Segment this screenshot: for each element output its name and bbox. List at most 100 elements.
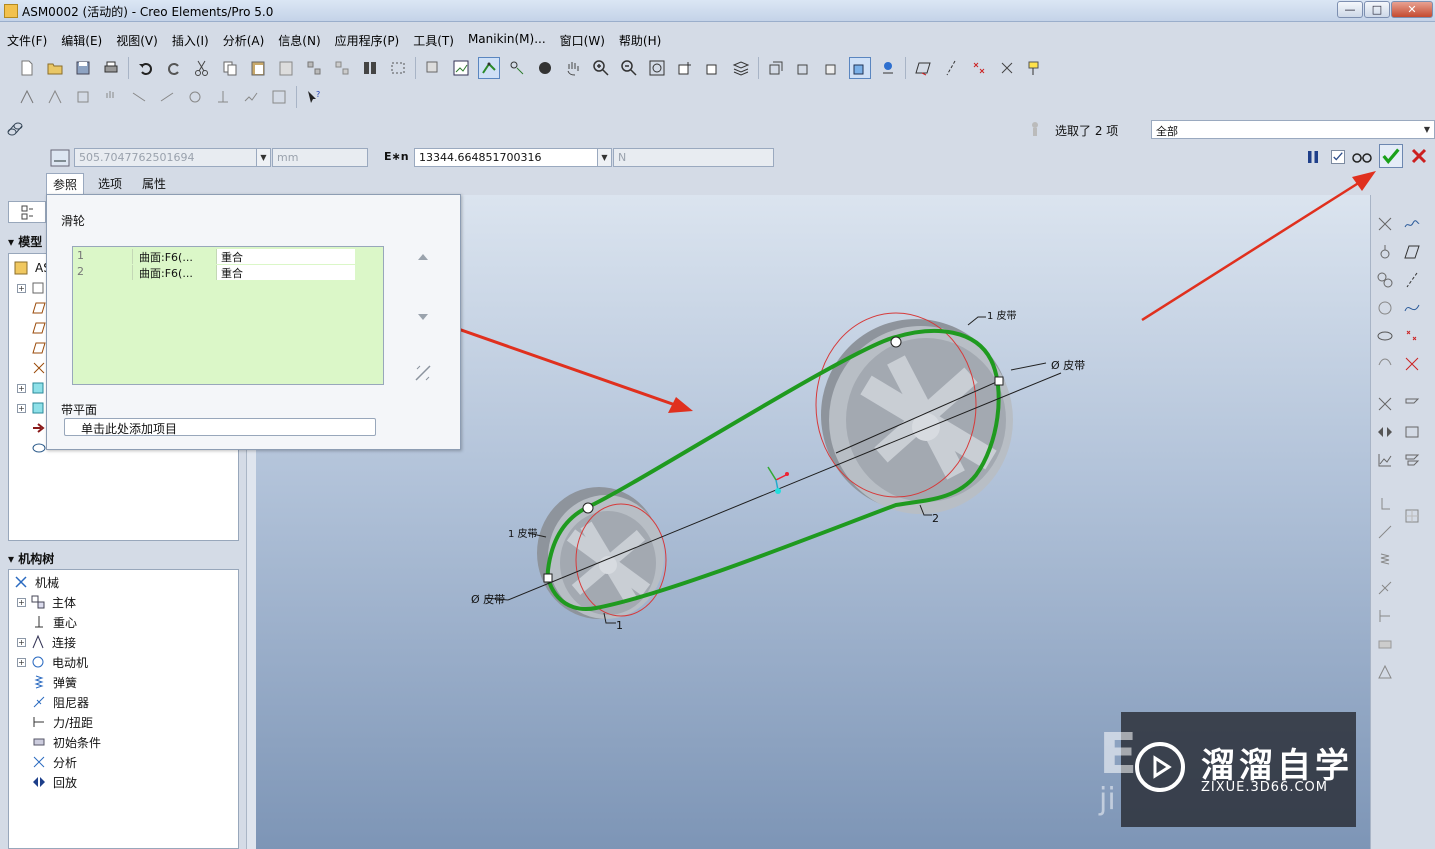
datum-plane-icon[interactable] xyxy=(912,57,934,79)
mech-measure-icon[interactable] xyxy=(268,86,290,108)
pulley-row-constraint[interactable]: 重合 xyxy=(217,265,355,280)
wireframe-icon[interactable] xyxy=(765,57,787,79)
dropdown-arrow-icon[interactable]: ▼ xyxy=(256,149,270,166)
mech-item-springs[interactable]: 弹簧 xyxy=(31,672,77,692)
dropdown-arrow-icon[interactable]: ▼ xyxy=(1420,121,1434,138)
motor-tool-icon[interactable] xyxy=(1374,393,1396,415)
regen-manager-icon[interactable] xyxy=(331,57,353,79)
slot-tool-icon[interactable] xyxy=(1374,353,1396,375)
mech-item-forces[interactable]: 力/扭距 xyxy=(31,712,93,732)
belt-plane-collector[interactable]: 单击此处添加项目 xyxy=(64,418,376,436)
flip-icon[interactable] xyxy=(413,363,433,383)
datum-axis-icon[interactable] xyxy=(940,57,962,79)
saved-views-icon[interactable] xyxy=(702,57,724,79)
sketch-curve-icon[interactable] xyxy=(1401,213,1423,235)
mech-item-analyses[interactable]: 分析 xyxy=(31,752,77,772)
cancel-icon[interactable] xyxy=(1410,147,1428,165)
menu-edit[interactable]: 编辑(E) xyxy=(54,28,109,50)
pulley-list[interactable]: 1 曲面:F6(... 重合 2 曲面:F6(... 重合 xyxy=(72,246,384,385)
annotation-icon[interactable] xyxy=(1024,57,1046,79)
minimize-button[interactable]: — xyxy=(1337,1,1363,18)
datum-axis-tool-icon[interactable] xyxy=(1401,269,1423,291)
pulley-row[interactable]: 2 曲面:F6(... 重合 xyxy=(73,265,355,280)
force-tool-icon[interactable] xyxy=(1374,577,1396,599)
axis-display-icon[interactable] xyxy=(478,57,500,79)
datum-point-tool-icon[interactable] xyxy=(1401,325,1423,347)
menu-insert[interactable]: 插入(I) xyxy=(165,28,216,50)
menu-manikin[interactable]: Manikin(M)... xyxy=(461,28,553,50)
mech-item-playbacks[interactable]: 回放 xyxy=(31,772,77,792)
new-icon[interactable] xyxy=(16,57,38,79)
zoom-in-icon[interactable] xyxy=(590,57,612,79)
close-window-button[interactable]: ✕ xyxy=(1391,1,1433,18)
cam-tool-icon[interactable] xyxy=(1374,297,1396,319)
dropdown-arrow-icon[interactable]: ▼ xyxy=(597,149,611,166)
shaded-icon[interactable] xyxy=(849,57,871,79)
mech-tree-root[interactable]: 机械 xyxy=(13,572,59,592)
maximize-button[interactable]: □ xyxy=(1364,1,1390,18)
tab-properties[interactable]: 属性 xyxy=(136,173,172,195)
mech-item-dampers[interactable]: 阻尼器 xyxy=(31,692,89,712)
paste-special-icon[interactable] xyxy=(275,57,297,79)
confirm-icon[interactable] xyxy=(1379,144,1403,168)
gravity-vector-icon[interactable] xyxy=(1374,493,1396,515)
gravity-tool-icon[interactable] xyxy=(1374,241,1396,263)
paste-icon[interactable] xyxy=(247,57,269,79)
context-help-icon[interactable]: ? xyxy=(303,86,325,108)
copy-icon[interactable] xyxy=(219,57,241,79)
pulley-row-constraint[interactable]: 重合 xyxy=(217,249,355,264)
mech-servo-icon[interactable] xyxy=(212,86,234,108)
large-pulley[interactable] xyxy=(815,312,1013,514)
measure-tool-icon[interactable] xyxy=(1401,421,1423,443)
selection-filter-select[interactable]: 全部 ▼ xyxy=(1151,120,1435,139)
trace-tool-icon[interactable] xyxy=(1401,449,1423,471)
datum-square-small[interactable] xyxy=(543,573,553,583)
belt-length-field[interactable]: 505.7047762501694 ▼ xyxy=(74,148,271,167)
menu-info[interactable]: 信息(N) xyxy=(271,28,327,50)
damper-tool-icon[interactable] xyxy=(1374,549,1396,571)
mech-item-initial-conditions[interactable]: 初始条件 xyxy=(31,732,101,752)
zoom-out-icon[interactable] xyxy=(618,57,640,79)
move-down-icon[interactable] xyxy=(415,307,431,323)
belt-tool-icon[interactable] xyxy=(1374,325,1396,347)
mech-item-gravity[interactable]: 重心 xyxy=(31,612,77,632)
model-display-icon[interactable] xyxy=(422,57,444,79)
hidden-line-icon[interactable] xyxy=(793,57,815,79)
save-icon[interactable] xyxy=(72,57,94,79)
menu-applications[interactable]: 应用程序(P) xyxy=(328,28,407,50)
annotation-tool-icon[interactable] xyxy=(1401,393,1423,415)
small-pulley[interactable] xyxy=(537,487,667,619)
refit-icon[interactable] xyxy=(646,57,668,79)
cut-icon[interactable] xyxy=(191,57,213,79)
open-icon[interactable] xyxy=(44,57,66,79)
menu-view[interactable]: 视图(V) xyxy=(109,28,165,50)
mech-drag-icon[interactable] xyxy=(44,86,66,108)
mech-hand-icon[interactable] xyxy=(100,86,122,108)
datum-csys-icon[interactable] xyxy=(1374,213,1396,235)
menu-window[interactable]: 窗口(W) xyxy=(553,28,612,50)
menu-help[interactable]: 帮助(H) xyxy=(612,28,668,50)
mech-cam-icon[interactable] xyxy=(128,86,150,108)
mech-analysis-icon[interactable] xyxy=(240,86,262,108)
mech-slot-icon[interactable] xyxy=(156,86,178,108)
menu-analysis[interactable]: 分析(A) xyxy=(216,28,272,50)
spring-tool-icon[interactable] xyxy=(1374,521,1396,543)
select-box-icon[interactable] xyxy=(387,57,409,79)
move-up-icon[interactable] xyxy=(415,251,431,267)
plane-display-icon[interactable] xyxy=(450,57,472,79)
mech-item-connections[interactable]: + 连接 xyxy=(17,632,76,652)
layers-icon[interactable] xyxy=(730,57,752,79)
csys-icon[interactable] xyxy=(996,57,1018,79)
datum-point-icon[interactable] xyxy=(968,57,990,79)
spin-center-icon[interactable] xyxy=(877,57,899,79)
mass-props-tool-icon[interactable] xyxy=(1374,661,1396,683)
mech-connect-icon[interactable] xyxy=(16,86,38,108)
shading-icon[interactable] xyxy=(534,57,556,79)
datum-plane-tool-icon[interactable] xyxy=(1401,241,1423,263)
datum-square-large[interactable] xyxy=(994,376,1004,386)
mech-item-bodies[interactable]: + 主体 xyxy=(17,592,76,612)
tab-references[interactable]: 参照 xyxy=(46,173,85,195)
regenerate-icon[interactable] xyxy=(303,57,325,79)
csys-tool-icon[interactable] xyxy=(1401,353,1423,375)
mech-body-icon[interactable] xyxy=(72,86,94,108)
